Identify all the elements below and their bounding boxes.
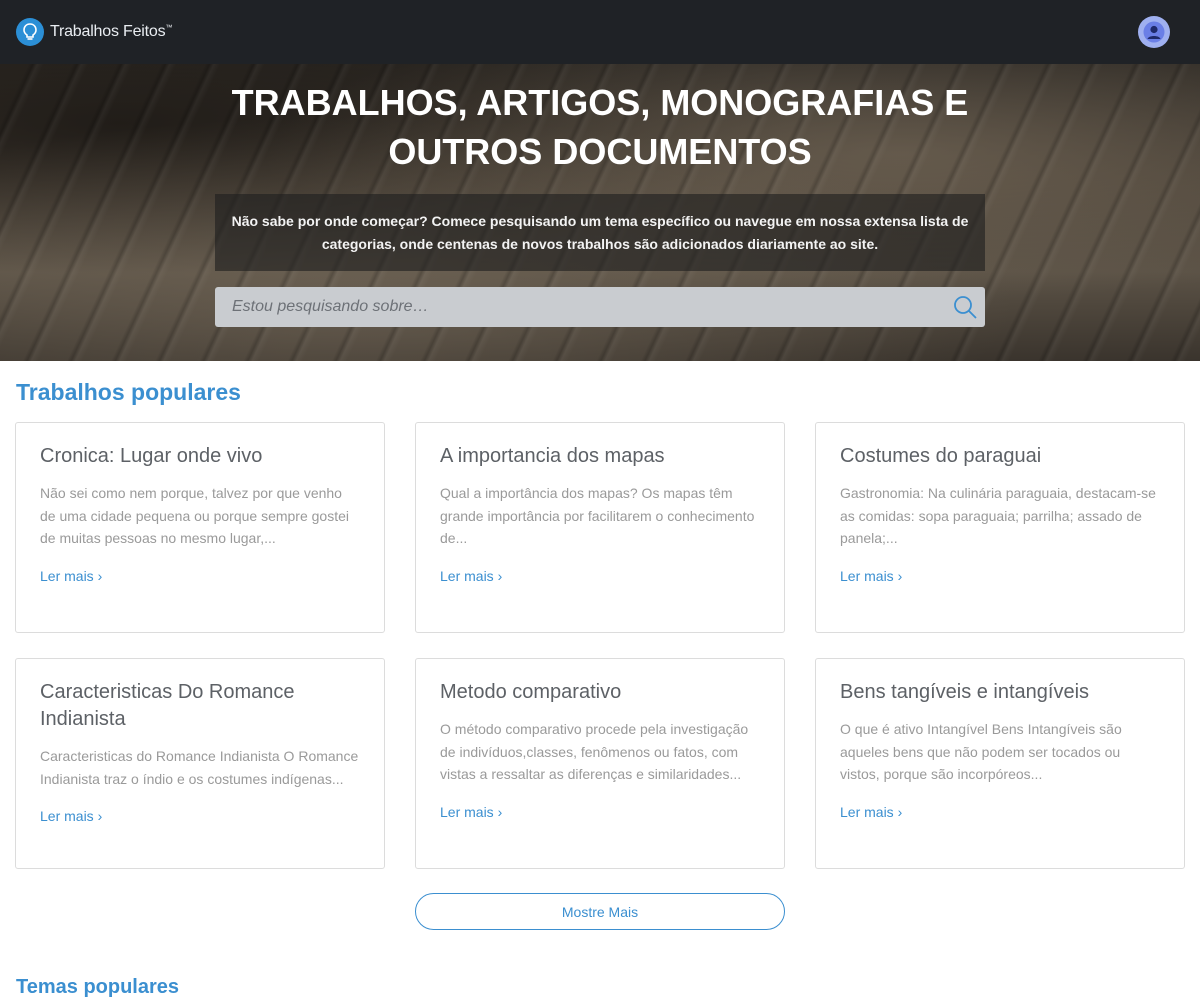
work-card: Metodo comparativo O método comparativo …: [415, 658, 785, 869]
read-more-link[interactable]: Ler mais ›: [40, 568, 102, 584]
hero-title: TRABALHOS, ARTIGOS, MONOGRAFIAS E OUTROS…: [231, 82, 969, 172]
read-more-link[interactable]: Ler mais ›: [440, 804, 502, 820]
popular-topics-heading: Temas populares: [16, 976, 180, 998]
card-title[interactable]: Bens tangíveis e intangíveis: [840, 679, 1160, 706]
show-more-button[interactable]: Mostre Mais: [415, 893, 785, 930]
card-excerpt: Não sei como nem porque, talvez por que …: [40, 485, 349, 546]
card-excerpt: O método comparativo procede pela invest…: [440, 721, 749, 782]
search-input[interactable]: [215, 286, 945, 328]
read-more-link[interactable]: Ler mais ›: [840, 804, 902, 820]
card-excerpt: Qual a importância dos mapas? Os mapas t…: [440, 485, 755, 546]
site-logo[interactable]: Trabalhos Feitos™: [16, 18, 172, 46]
card-title[interactable]: Costumes do paraguai: [840, 443, 1160, 470]
card-excerpt: O que é ativo Intangível Bens Intangívei…: [840, 721, 1122, 782]
read-more-link[interactable]: Ler mais ›: [440, 568, 502, 584]
read-more-link[interactable]: Ler mais ›: [840, 568, 902, 584]
top-navbar: Trabalhos Feitos™: [0, 0, 1200, 64]
card-title[interactable]: A importancia dos mapas: [440, 443, 760, 470]
work-card: Bens tangíveis e intangíveis O que é ati…: [815, 658, 1185, 869]
work-card: Costumes do paraguai Gastronomia: Na cul…: [815, 422, 1185, 633]
logo-text: Trabalhos Feitos™: [50, 23, 173, 40]
card-title[interactable]: Metodo comparativo: [440, 679, 760, 706]
card-title[interactable]: Cronica: Lugar onde vivo: [40, 443, 360, 470]
search-bar: [215, 286, 985, 328]
card-excerpt: Caracteristicas do Romance Indianista O …: [40, 748, 359, 787]
card-excerpt: Gastronomia: Na culinária paraguaia, des…: [840, 485, 1156, 546]
popular-works-grid: Cronica: Lugar onde vivo Não sei como ne…: [15, 422, 1200, 869]
hero-description: Não sabe por onde começar? Comece pesqui…: [215, 194, 985, 271]
search-icon[interactable]: [945, 287, 985, 327]
work-card: Caracteristicas Do Romance Indianista Ca…: [15, 658, 385, 869]
hero-banner: TRABALHOS, ARTIGOS, MONOGRAFIAS E OUTROS…: [0, 64, 1200, 361]
show-more-container: Mostre Mais: [0, 893, 1200, 930]
work-card: A importancia dos mapas Qual a importânc…: [415, 422, 785, 633]
read-more-link[interactable]: Ler mais ›: [40, 808, 102, 824]
user-avatar-icon[interactable]: [1138, 16, 1170, 48]
popular-works-heading: Trabalhos populares: [16, 379, 241, 405]
work-card: Cronica: Lugar onde vivo Não sei como ne…: [15, 422, 385, 633]
lightbulb-icon: [16, 18, 44, 46]
card-title[interactable]: Caracteristicas Do Romance Indianista: [40, 679, 360, 733]
